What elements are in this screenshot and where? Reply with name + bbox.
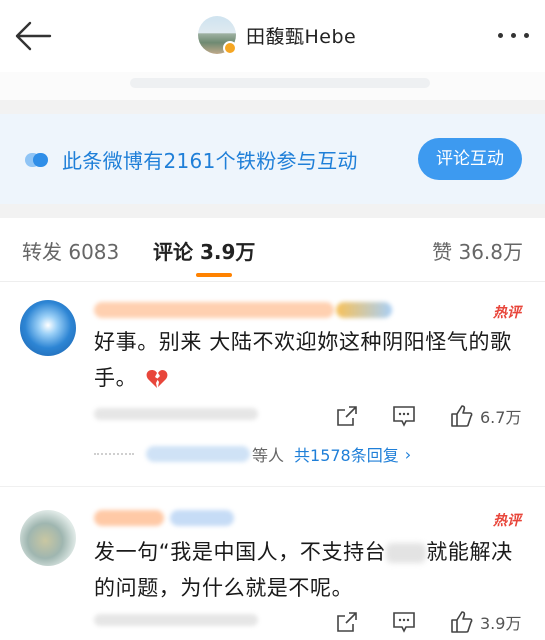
fans-interaction-banner[interactable]: 此条微博有2161个铁粉参与互动 评论互动 xyxy=(0,114,545,204)
comment-actions: 3.9万 xyxy=(336,610,521,634)
blurred-username[interactable] xyxy=(94,510,164,526)
blurred-meta-info xyxy=(94,408,258,420)
replies-link[interactable]: 等人 共1578条回复 › xyxy=(94,442,411,466)
like-button[interactable]: 3.9万 xyxy=(450,610,521,634)
interaction-tabs: 转发 6083 评论 3.9万 赞 36.8万 xyxy=(0,218,545,282)
hot-comment-tag: 热评 xyxy=(493,305,521,321)
censored-text xyxy=(386,543,427,563)
author-info[interactable]: 田馥甄Hebe xyxy=(198,16,356,54)
arrow-left-icon[interactable] xyxy=(12,18,52,54)
like-count: 6.7万 xyxy=(480,408,522,427)
chevron-right-icon: › xyxy=(404,444,412,464)
commenter-avatar[interactable] xyxy=(20,510,76,566)
commenter-avatar[interactable] xyxy=(20,300,76,356)
blurred-user-badge xyxy=(170,510,234,526)
comment-text: 好事。别来 大陆不欢迎妳这种阴阳怪气的歌手。 xyxy=(94,324,514,396)
like-button[interactable]: 6.7万 xyxy=(450,404,521,428)
hot-comment-tag: 热评 xyxy=(493,513,521,529)
comment-icon[interactable] xyxy=(392,611,416,633)
blurred-meta-info xyxy=(94,614,258,626)
fans-interaction-text: 此条微博有2161个铁粉参与互动 xyxy=(62,149,358,173)
tab-comment[interactable]: 评论 3.9万 xyxy=(153,236,255,265)
comment-interact-button[interactable]: 评论互动 xyxy=(418,138,522,180)
reply-users-suffix: 等人 xyxy=(252,446,285,465)
like-count: 3.9万 xyxy=(480,614,522,633)
reply-total[interactable]: 共1578条回复 xyxy=(294,442,399,466)
comment-item: 热评 发一句“我是中国人，不支持台 就能解决的问题，为什么就是不呢。 3.9万 xyxy=(0,500,545,640)
comment-item: 热评 好事。别来 大陆不欢迎妳这种阴阳怪气的歌手。 6.7万 等人 共1578条… xyxy=(0,284,545,484)
comment-text: 发一句“我是中国人，不支持台 就能解决的问题，为什么就是不呢。 xyxy=(94,534,514,606)
fans-icon xyxy=(25,153,48,167)
active-tab-indicator xyxy=(196,273,232,277)
blurred-username[interactable] xyxy=(94,302,334,318)
section-gap xyxy=(0,100,545,114)
share-icon[interactable] xyxy=(336,611,358,633)
comment-divider xyxy=(0,486,545,498)
top-bar: 田馥甄Hebe xyxy=(0,0,545,72)
comment-actions: 6.7万 xyxy=(336,404,521,428)
share-icon[interactable] xyxy=(336,405,358,427)
thumbs-up-icon xyxy=(451,611,473,633)
blurred-user-badge xyxy=(336,302,392,318)
section-gap xyxy=(0,204,545,218)
reply-divider xyxy=(94,453,134,455)
ellipsis-icon[interactable] xyxy=(498,33,529,38)
thumbs-up-icon xyxy=(451,405,473,427)
tab-repost[interactable]: 转发 6083 xyxy=(22,236,119,265)
verified-badge-icon xyxy=(223,41,237,55)
broken-heart-icon xyxy=(147,370,168,388)
blurred-reply-users xyxy=(146,446,250,462)
blurred-text xyxy=(130,78,430,88)
author-name[interactable]: 田馥甄Hebe xyxy=(246,22,356,49)
comment-icon[interactable] xyxy=(392,405,416,427)
comment-body-start: 发一句“我是中国人，不支持台 xyxy=(94,540,387,564)
tab-like[interactable]: 赞 36.8万 xyxy=(432,236,523,265)
